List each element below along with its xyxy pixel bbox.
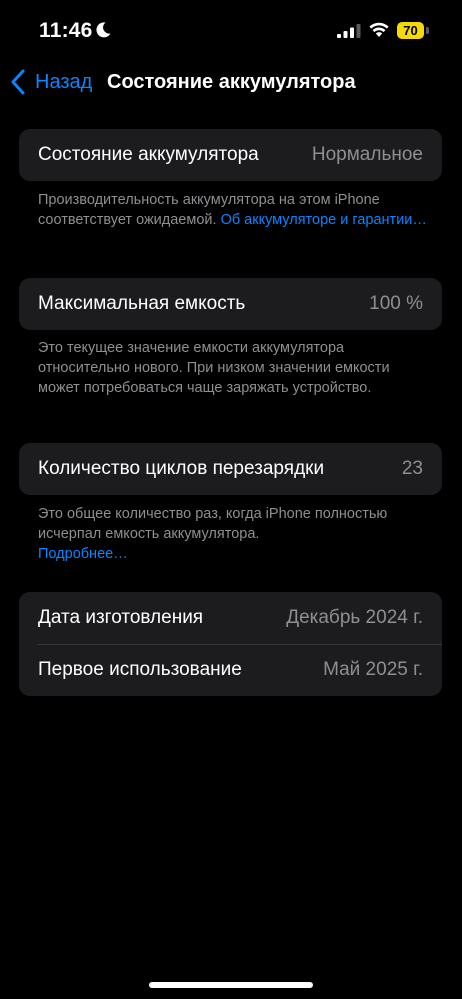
page-title: Состояние аккумулятора: [107, 71, 356, 93]
battery-icon: 70: [397, 22, 430, 39]
cycle-count-footnote-text: Это общее количество раз, когда iPhone п…: [38, 506, 388, 542]
moon-icon: [96, 22, 111, 38]
back-button[interactable]: Назад: [10, 68, 92, 96]
cycle-count-label: Количество циклов перезарядки: [38, 458, 325, 479]
battery-health-screen: 11:46 70 Назад Состояние аккумулятора Со…: [0, 0, 462, 999]
max-capacity-group: Максимальная емкость 100 %: [19, 278, 442, 330]
cellular-signal-icon: [337, 24, 361, 38]
battery-health-footnote: Производительность аккумулятора на этом …: [38, 190, 430, 230]
max-capacity-value: 100 %: [369, 293, 423, 314]
battery-level: 70: [397, 22, 424, 39]
battery-warranty-link[interactable]: Об аккумуляторе и гарантии…: [221, 212, 427, 228]
status-time: 11:46: [39, 19, 93, 42]
cycle-count-footnote: Это общее количество раз, когда iPhone п…: [38, 504, 430, 564]
manufacture-date-row: Дата изготовления Декабрь 2024 г.: [19, 592, 442, 644]
battery-nub: [426, 27, 429, 34]
battery-health-label: Состояние аккумулятора: [38, 144, 259, 165]
back-label: Назад: [35, 70, 93, 93]
status-bar: 11:46 70: [0, 0, 462, 60]
battery-health-value: Нормальное: [311, 144, 423, 165]
manufacture-date-value: Декабрь 2024 г.: [286, 607, 423, 628]
first-use-row: Первое использование Май 2025 г.: [19, 644, 442, 696]
cycle-count-value: 23: [401, 458, 423, 479]
cycle-count-row: Количество циклов перезарядки 23: [19, 443, 442, 495]
chevron-left-icon: [11, 69, 25, 95]
manufacture-date-label: Дата изготовления: [38, 607, 204, 628]
battery-health-row: Состояние аккумулятора Нормальное: [19, 129, 442, 181]
navigation-bar: Назад Состояние аккумулятора: [0, 60, 462, 104]
home-indicator[interactable]: [149, 982, 313, 988]
wifi-icon: [369, 22, 389, 37]
first-use-value: Май 2025 г.: [323, 659, 423, 680]
cycle-count-group: Количество циклов перезарядки 23: [19, 443, 442, 495]
dates-group: Дата изготовления Декабрь 2024 г. Первое…: [19, 592, 442, 696]
max-capacity-label: Максимальная емкость: [38, 293, 246, 314]
first-use-label: Первое использование: [38, 659, 242, 680]
max-capacity-footnote: Это текущее значение емкости аккумулятор…: [38, 338, 430, 398]
learn-more-link[interactable]: Подробнее…: [38, 546, 128, 562]
max-capacity-row: Максимальная емкость 100 %: [19, 278, 442, 330]
battery-health-group: Состояние аккумулятора Нормальное: [19, 129, 442, 181]
max-capacity-footnote-text: Это текущее значение емкости аккумулятор…: [38, 340, 390, 396]
